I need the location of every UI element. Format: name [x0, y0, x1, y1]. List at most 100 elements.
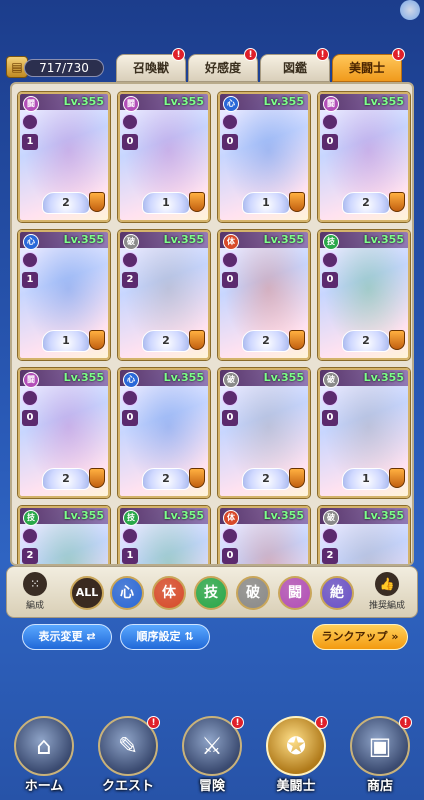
fighter-card[interactable]: 技 Lv.355 0 2 — [318, 230, 410, 360]
filter-attr-button[interactable]: 破 — [236, 576, 270, 610]
swap-icon: ⇄ — [86, 630, 96, 643]
level-label: Lv.355 — [363, 233, 404, 246]
fighter-card[interactable]: 体 Lv.355 0 2 — [218, 230, 310, 360]
rank-column: 0 — [222, 114, 240, 154]
rank-count: 1 — [22, 272, 38, 288]
level-label: Lv.355 — [363, 95, 404, 108]
gear-icon — [122, 114, 138, 130]
awaken-badge: 2 — [42, 192, 90, 214]
rank-column: 2 — [22, 528, 40, 564]
filter-attr-button[interactable]: 技 — [194, 576, 228, 610]
shield-icon — [189, 330, 205, 350]
gear-icon — [222, 528, 238, 544]
attribute-icon: 破 — [323, 510, 339, 526]
filter-attr-button[interactable]: 絶 — [320, 576, 354, 610]
rank-count: 0 — [322, 272, 338, 288]
fighter-card[interactable]: 心 Lv.355 1 1 — [18, 230, 110, 360]
fighter-card[interactable]: 闘 Lv.355 0 2 — [318, 92, 410, 222]
shield-icon — [189, 468, 205, 488]
fighter-card[interactable]: 体 Lv.355 0 — [218, 506, 310, 564]
awaken-badge: 2 — [342, 192, 390, 214]
nav-item-fighter[interactable]: ✪ 美闘士! — [256, 716, 336, 800]
rank-up-button[interactable]: ランクアップ » — [312, 624, 408, 650]
display-change-button[interactable]: 表示変更 ⇄ — [22, 624, 112, 650]
notify-badge: ! — [172, 48, 185, 61]
tab-fighters[interactable]: 美闘士 — [332, 54, 402, 82]
rank-column: 0 — [322, 252, 340, 292]
filter-attr-button[interactable]: 体 — [152, 576, 186, 610]
shield-icon — [389, 330, 405, 350]
awaken-badge: 2 — [242, 468, 290, 490]
gear-icon — [22, 528, 38, 544]
fighter-card[interactable]: 心 Lv.355 0 1 — [218, 92, 310, 222]
thumbs-up-icon: 👍 — [375, 572, 399, 596]
notify-badge: ! — [315, 716, 328, 729]
attribute-icon: 心 — [23, 234, 39, 250]
fighter-card[interactable]: 闘 Lv.355 0 2 — [18, 368, 110, 498]
nav-item-adventure[interactable]: ⚔ 冒険! — [172, 716, 252, 800]
rank-count: 2 — [322, 548, 338, 564]
gear-icon — [222, 114, 238, 130]
level-label: Lv.355 — [163, 95, 204, 108]
header-bar: ▤ 717/730 召喚獣 ! 好感度 ! 図鑑 ! 美闘士 ! — [0, 48, 424, 84]
level-label: Lv.355 — [163, 509, 204, 522]
compose-button[interactable]: ⁙ 編成 — [16, 570, 54, 614]
fighter-card[interactable]: 破 Lv.355 0 2 — [218, 368, 310, 498]
awaken-badge: 2 — [142, 330, 190, 352]
rank-count: 2 — [122, 272, 138, 288]
gear-icon — [322, 528, 338, 544]
fighter-card[interactable]: 破 Lv.355 0 1 — [318, 368, 410, 498]
rank-column: 0 — [222, 528, 240, 564]
sparkle-decoration — [400, 0, 420, 20]
grid-dots-icon: ⁙ — [23, 572, 47, 596]
gear-icon — [322, 390, 338, 406]
gear-icon — [322, 114, 338, 130]
fighter-card[interactable]: 闘 Lv.355 1 2 — [18, 92, 110, 222]
attribute-icon: 体 — [223, 234, 239, 250]
awaken-badge: 2 — [42, 468, 90, 490]
fighter-card[interactable]: 心 Lv.355 0 2 — [118, 368, 210, 498]
fighter-card[interactable]: 技 Lv.355 1 — [118, 506, 210, 564]
gear-icon — [22, 252, 38, 268]
attribute-icon: 闘 — [23, 96, 39, 112]
nav-item-quest[interactable]: ✎ クエスト! — [88, 716, 168, 800]
attribute-icon: 破 — [223, 372, 239, 388]
fighter-count: 717/730 — [24, 59, 104, 77]
rank-count: 0 — [222, 272, 238, 288]
nav-item-home[interactable]: ⌂ ホーム — [4, 716, 84, 800]
awaken-badge: 2 — [342, 330, 390, 352]
rank-count: 0 — [222, 134, 238, 150]
rank-count: 1 — [22, 134, 38, 150]
rank-column: 0 — [322, 390, 340, 430]
shield-icon — [389, 192, 405, 212]
order-setting-button[interactable]: 順序設定 ⇅ — [120, 624, 210, 650]
rank-count: 0 — [322, 134, 338, 150]
rank-column: 0 — [22, 390, 40, 430]
rank-count: 0 — [322, 410, 338, 426]
attribute-icon: 心 — [123, 372, 139, 388]
fighter-card[interactable]: 闘 Lv.355 0 1 — [118, 92, 210, 222]
filter-attr-button[interactable]: 心 — [110, 576, 144, 610]
filter-attr-button[interactable]: 闘 — [278, 576, 312, 610]
level-label: Lv.355 — [363, 509, 404, 522]
rank-column: 1 — [122, 528, 140, 564]
notify-badge: ! — [399, 716, 412, 729]
shield-icon — [89, 468, 105, 488]
gear-icon — [222, 252, 238, 268]
fighter-card[interactable]: 技 Lv.355 2 — [18, 506, 110, 564]
level-label: Lv.355 — [63, 371, 104, 384]
level-label: Lv.355 — [263, 233, 304, 246]
notify-badge: ! — [231, 716, 244, 729]
recommend-compose-button[interactable]: 👍 推奨編成 — [362, 570, 412, 614]
nav-item-shop[interactable]: ▣ 商店! — [340, 716, 420, 800]
awaken-badge: 1 — [142, 192, 190, 214]
awaken-badge: 1 — [242, 192, 290, 214]
filter-all-button[interactable]: ALL — [70, 576, 104, 610]
nav-label: 美闘士 — [276, 779, 316, 794]
fighter-card[interactable]: 破 Lv.355 2 — [318, 506, 410, 564]
gear-icon — [122, 390, 138, 406]
fighter-card[interactable]: 破 Lv.355 2 2 — [118, 230, 210, 360]
fighter-grid: 闘 Lv.355 1 2 闘 Lv.355 0 1 心 Lv.355 0 1 闘 Lv.355 0 2 心 Lv.… — [10, 82, 414, 566]
rank-count: 0 — [222, 548, 238, 564]
attribute-icon: 闘 — [123, 96, 139, 112]
